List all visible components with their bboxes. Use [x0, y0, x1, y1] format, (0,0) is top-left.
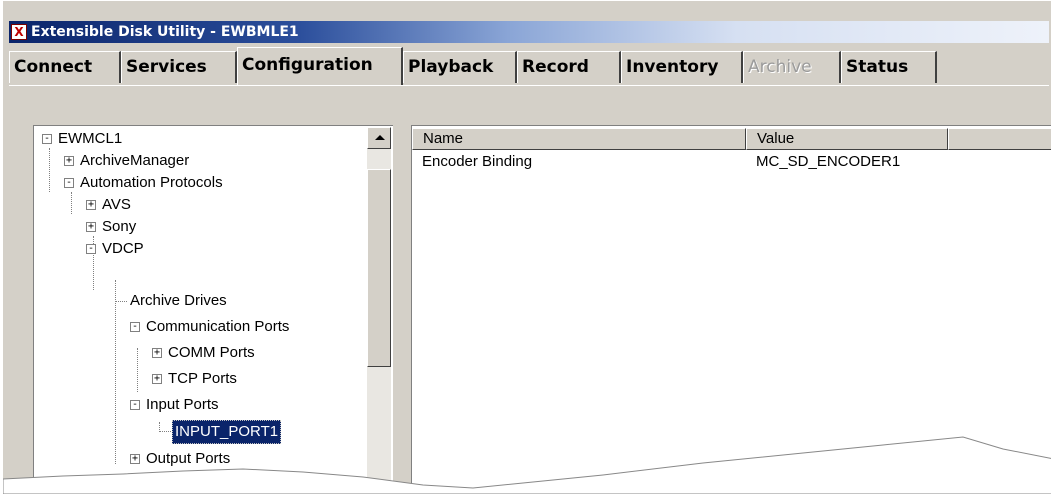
tree-connector	[49, 148, 50, 192]
tree-node-label: Archive Drives	[130, 292, 227, 309]
expand-icon[interactable]: +	[130, 454, 140, 464]
tree-connector	[115, 280, 116, 464]
tree-node-label: Output Ports	[146, 450, 231, 467]
collapse-icon[interactable]: -	[130, 322, 140, 332]
tree-node-label: Input Ports	[146, 396, 219, 413]
tree-node-label: AVS	[102, 196, 131, 213]
tab-inventory[interactable]: Inventory	[621, 51, 743, 83]
window-title: Extensible Disk Utility - EWBMLE1	[31, 24, 299, 40]
column-header-empty[interactable]	[948, 128, 1051, 150]
tab-status[interactable]: Status	[841, 51, 937, 83]
property-list[interactable]: Name Value Encoder Binding MC_SD_ENCODER…	[411, 125, 1051, 494]
expand-icon[interactable]: +	[86, 200, 96, 210]
expand-icon[interactable]: +	[64, 156, 74, 166]
tab-record[interactable]: Record	[517, 51, 621, 83]
tab-connect[interactable]: Connect	[9, 51, 121, 83]
column-header-name[interactable]: Name	[412, 128, 746, 150]
tree-node-label: Sony	[102, 218, 137, 235]
tree-node-label: ArchiveManager	[80, 152, 190, 169]
collapse-icon[interactable]: -	[130, 400, 140, 410]
tab-configuration[interactable]: Configuration	[237, 47, 403, 85]
tree-connector	[71, 192, 72, 214]
tree-node-label: TCP Ports	[168, 370, 237, 387]
tree-vertical-scrollbar[interactable]	[367, 127, 391, 494]
title-bar[interactable]: X Extensible Disk Utility - EWBMLE1	[9, 21, 1049, 43]
expand-icon[interactable]: +	[152, 348, 162, 358]
column-header-value[interactable]: Value	[746, 128, 948, 150]
tree-node-label: COMM Ports	[168, 344, 255, 361]
tab-playback[interactable]: Playback	[403, 51, 517, 83]
tree-node-label: VDCP	[102, 240, 144, 257]
collapse-icon[interactable]: -	[42, 134, 52, 144]
scroll-up-arrow-icon[interactable]	[367, 127, 391, 149]
tree-node-label-selected: INPUT_PORT1	[172, 420, 282, 444]
tree-node-label: Communication Ports	[146, 318, 290, 335]
tab-page-edge	[9, 85, 1049, 86]
scroll-thumb[interactable]	[367, 169, 391, 367]
expand-icon[interactable]: +	[152, 374, 162, 384]
tree-connector	[159, 431, 173, 432]
app-icon[interactable]: X	[11, 24, 27, 40]
tree-connector	[115, 301, 127, 302]
list-cell-value[interactable]: MC_SD_ENCODER1	[746, 152, 948, 172]
tab-strip: Connect Services Configuration Playback …	[9, 47, 1049, 85]
list-cell-name[interactable]: Encoder Binding	[412, 152, 746, 172]
tree-node-label: Automation Protocols	[80, 174, 223, 191]
expand-icon[interactable]: +	[86, 222, 96, 232]
tree-view[interactable]: - EWMCL1 + ArchiveManager - Automation P…	[33, 125, 393, 494]
tab-archive: Archive	[743, 51, 841, 83]
tree-connector	[137, 348, 138, 392]
collapse-icon[interactable]: -	[86, 244, 96, 254]
tree-node-label: EWMCL1	[58, 130, 123, 147]
tab-services[interactable]: Services	[121, 51, 237, 83]
collapse-icon[interactable]: -	[64, 178, 74, 188]
app-window: X Extensible Disk Utility - EWBMLE1 Conn…	[2, 0, 1051, 494]
